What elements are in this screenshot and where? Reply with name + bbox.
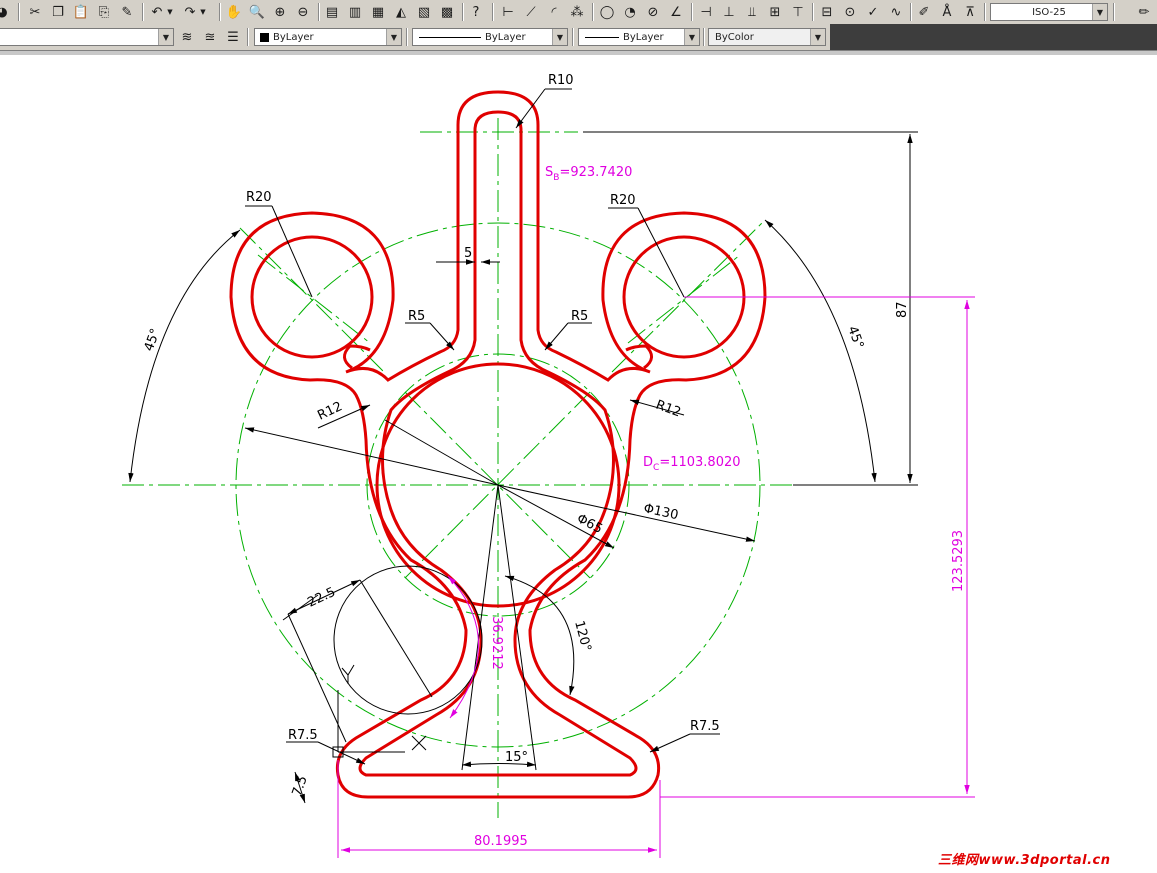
dim-sb-value: =923.7420 (559, 165, 632, 180)
r5-right-leader (544, 322, 569, 351)
dim-sb: SB=923.7420 (545, 165, 632, 183)
dim-phi130: Φ130 (642, 501, 679, 523)
left-loop-neck (343, 344, 371, 370)
d225-ext-2 (359, 579, 433, 698)
dim-r10: R10 (548, 73, 574, 88)
dim-r12-right: R12 (654, 398, 683, 421)
right-loop-neck (625, 344, 653, 370)
phi130-line (244, 427, 499, 486)
dim-sb-letter: S (545, 165, 553, 180)
dim-r7-5-left: R7.5 (288, 728, 318, 743)
r12-left-line (384, 419, 499, 486)
magenta-text: SB=923.7420 DC=1103.8020 123.5293 80.199… (474, 165, 966, 849)
dim-dc-letter: D (643, 455, 653, 470)
dim-36-9212: 36.9212 (489, 616, 504, 670)
dim-15: 15° (505, 750, 528, 765)
center-lines (122, 118, 880, 818)
dim-dc-value: =1103.8020 (659, 455, 740, 470)
dim-120: 120° (571, 619, 594, 653)
r75-right-leader (649, 733, 691, 753)
dim-r5-left: R5 (408, 309, 425, 324)
dim-r20-left: R20 (246, 190, 272, 205)
dim-r5-right: R5 (571, 309, 588, 324)
dim-45-right: 45° (844, 324, 866, 351)
r75-left-leader (317, 741, 366, 765)
diag-centerline-left (239, 227, 386, 374)
r5-left-leader (429, 322, 455, 351)
watermark-text: 三维网www.3dportal.cn (938, 853, 1111, 868)
dim-r12-left: R12 (315, 399, 345, 423)
dim-dc: DC=1103.8020 (643, 455, 741, 473)
dim-87: 87 (895, 301, 910, 318)
dim-22-5: 22.5 (305, 585, 338, 611)
angle-45-left-arc (128, 229, 241, 483)
dim-5: 5 (464, 246, 472, 261)
dim-123-5293: 123.5293 (951, 530, 966, 592)
dim-45-left: 45° (142, 327, 164, 354)
dimension-text: R10 R20 R20 5 R5 R5 45° 45° 87 R12 R12 Φ… (142, 73, 910, 798)
phi65-line (497, 484, 615, 549)
r20-left-leader (271, 205, 313, 298)
ucs-y-mark (341, 664, 355, 684)
dim-80-1995: 80.1995 (474, 834, 528, 849)
drawing-canvas[interactable]: R10 R20 R20 5 R5 R5 45° 45° 87 R12 R12 Φ… (0, 0, 1157, 873)
dim-r7-5-right: R7.5 (690, 719, 720, 734)
dim-phi65: Φ65 (574, 511, 605, 537)
d225-ext-3 (287, 613, 347, 743)
phi130-line-right (497, 484, 756, 542)
angle-45-right-arc (764, 219, 877, 483)
dim-r20-right: R20 (610, 193, 636, 208)
right-loop-centerline (627, 254, 741, 344)
dim-7-5: 7.5 (290, 774, 311, 799)
